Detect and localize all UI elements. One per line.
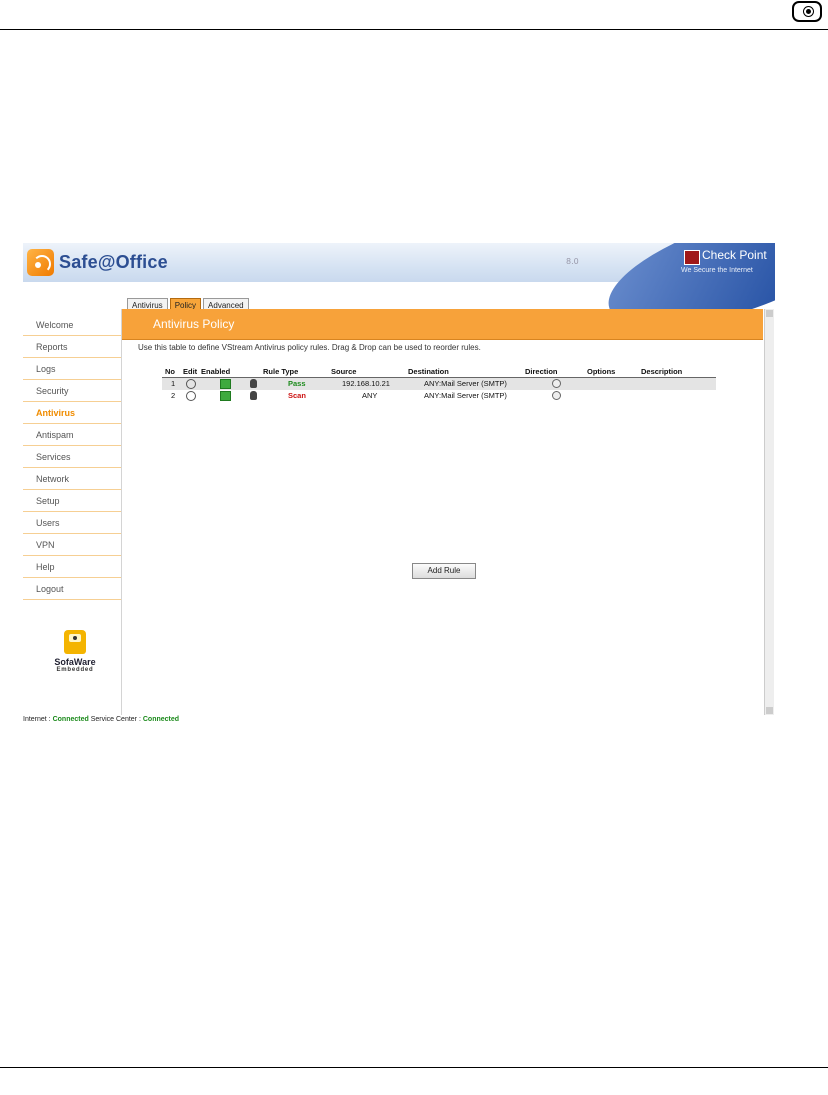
footer-rule — [0, 1067, 828, 1068]
scroll-up-icon[interactable] — [766, 310, 773, 317]
internet-status: Connected — [52, 716, 89, 723]
policy-panel: Antivirus Policy Use this table to defin… — [121, 309, 763, 715]
sidebar-item-logout[interactable]: Logout — [23, 579, 121, 600]
sidebar-item-help[interactable]: Help — [23, 557, 121, 578]
edit-icon[interactable] — [183, 388, 199, 404]
table-row[interactable]: 2 Scan ANY ANY:Mail Server (SMTP) — [162, 388, 716, 404]
rule-source: ANY — [362, 391, 378, 400]
sidebar-item-vpn[interactable]: VPN — [23, 535, 121, 556]
internet-label: Internet : — [23, 716, 51, 723]
tab-bar: Antivirus Policy Advanced — [127, 294, 251, 313]
sofaware-sub: Embedded — [56, 667, 94, 673]
rule-destination: ANY:Mail Server (SMTP) — [424, 379, 507, 388]
app-screenshot: Safe@Office 8.0 Check Point We Secure th… — [23, 243, 775, 727]
sidebar-item-users[interactable]: Users — [23, 513, 121, 534]
sidebar: Welcome Reports Logs Security Antivirus … — [23, 315, 121, 601]
sidebar-item-antispam[interactable]: Antispam — [23, 425, 121, 446]
sidebar-item-services[interactable]: Services — [23, 447, 121, 468]
table-row[interactable]: 1 Pass 192.168.10.21 ANY:Mail Server (SM… — [162, 376, 716, 392]
sofaware-mascot-icon — [64, 630, 86, 654]
check-point-logo-icon — [684, 250, 700, 265]
header-rule — [0, 29, 828, 30]
vertical-scrollbar[interactable] — [764, 309, 774, 715]
col-direction: Direction — [525, 367, 558, 376]
direction-icon — [552, 391, 561, 403]
panel-description: Use this table to define VStream Antivir… — [138, 343, 481, 352]
status-bar: Internet : Connected Service Center : Co… — [23, 716, 775, 727]
page-title: Antivirus Policy — [153, 317, 235, 331]
vendor-tagline: We Secure the Internet — [681, 267, 753, 274]
col-source: Source — [331, 367, 357, 376]
sidebar-item-logs[interactable]: Logs — [23, 359, 121, 380]
col-destination: Destination — [408, 367, 449, 376]
col-options: Options — [587, 367, 616, 376]
service-center-status: Connected — [142, 716, 180, 723]
row-no: 1 — [171, 379, 176, 388]
rule-source: 192.168.10.21 — [342, 379, 390, 388]
rule-type: Scan — [288, 391, 306, 400]
panel-title-bar: Antivirus Policy — [122, 309, 763, 340]
vendor-name: Check Point — [702, 248, 767, 262]
sidebar-item-welcome[interactable]: Welcome — [23, 315, 121, 336]
app-banner: Safe@Office 8.0 Check Point We Secure th… — [23, 243, 775, 351]
scroll-down-icon[interactable] — [766, 707, 773, 714]
col-no: No — [165, 367, 175, 376]
sidebar-item-setup[interactable]: Setup — [23, 491, 121, 512]
col-edit: Edit — [183, 367, 198, 376]
policy-table: No Edit Enabled Rule Type Source Destina… — [162, 366, 716, 404]
app-brand: Safe@Office — [59, 252, 168, 272]
enabled-check-icon[interactable] — [220, 391, 231, 404]
rule-type: Pass — [288, 379, 306, 388]
document-eye-icon — [792, 1, 822, 22]
sofaware-logo: SofaWare Embedded — [45, 630, 105, 673]
table-header: No Edit Enabled Rule Type Source Destina… — [162, 366, 716, 378]
app-version: 8.0 — [566, 257, 579, 266]
row-no: 2 — [171, 391, 176, 400]
database-icon — [250, 391, 257, 403]
sidebar-item-antivirus[interactable]: Antivirus — [23, 403, 121, 424]
col-rule-type: Rule Type — [263, 367, 299, 376]
sidebar-item-network[interactable]: Network — [23, 469, 121, 490]
sidebar-item-reports[interactable]: Reports — [23, 337, 121, 358]
service-center-label: Service Center : — [90, 716, 141, 723]
sidebar-item-security[interactable]: Security — [23, 381, 121, 402]
safe-office-logo-icon — [27, 249, 54, 276]
rule-destination: ANY:Mail Server (SMTP) — [424, 391, 507, 400]
col-enabled: Enabled — [201, 367, 231, 376]
add-rule-button[interactable]: Add Rule — [412, 563, 476, 579]
sofaware-brand: SofaWare — [54, 657, 96, 667]
col-description: Description — [641, 367, 683, 376]
